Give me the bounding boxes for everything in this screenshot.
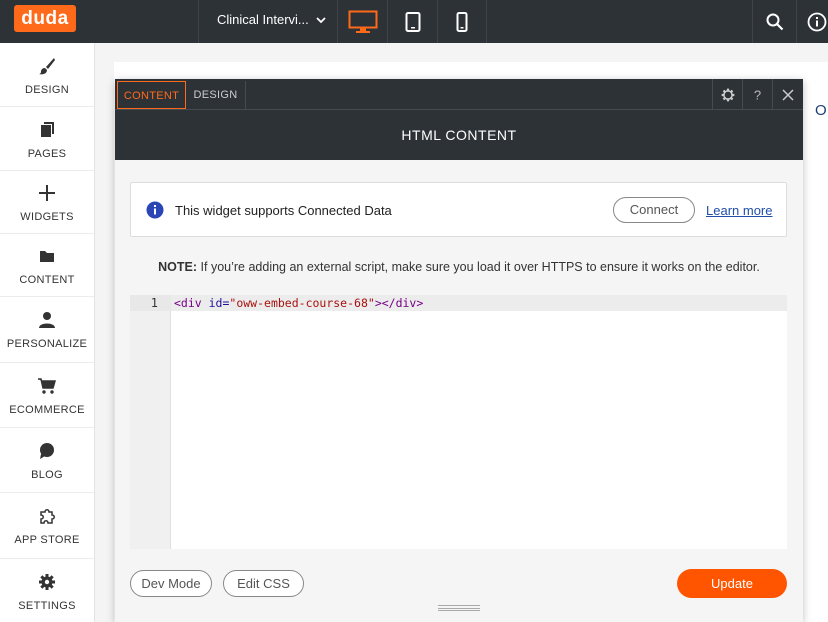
note-text: If you’re adding an external script, mak… (197, 260, 760, 274)
panel-resize-handle[interactable] (438, 605, 480, 611)
sidebar-item-widgets[interactable]: WIDGETS (0, 170, 94, 234)
learn-more-link[interactable]: Learn more (706, 203, 772, 218)
folder-icon (40, 251, 54, 262)
info-button[interactable] (796, 0, 828, 43)
note-prefix: NOTE: (158, 260, 198, 274)
mobile-view-button[interactable] (437, 0, 487, 43)
panel-title: HTML CONTENT (401, 127, 517, 143)
top-bar: duda Clinical Intervi... (0, 0, 828, 43)
tablet-view-button[interactable] (387, 0, 437, 43)
desktop-view-button[interactable] (337, 0, 387, 43)
tab-design[interactable]: DESIGN (186, 81, 246, 109)
duda-logo[interactable]: duda (14, 5, 76, 32)
panel-close-button[interactable] (772, 79, 803, 110)
sidebar-item-pages[interactable]: PAGES (0, 107, 94, 171)
sidebar-item-ecommerce[interactable]: ECOMMERCE (0, 363, 94, 428)
mobile-icon (456, 11, 468, 32)
gear-icon (721, 88, 734, 101)
gear-icon (39, 574, 55, 590)
edit-css-button[interactable]: Edit CSS (223, 570, 304, 597)
sidebar-item-label: PAGES (27, 148, 67, 160)
info-icon (146, 201, 164, 219)
puzzle-icon (40, 509, 55, 524)
sidebar-item-blog[interactable]: BLOG (0, 428, 94, 493)
sidebar-item-label: WIDGETS (20, 211, 74, 223)
person-icon (39, 312, 55, 328)
sidebar-item-content[interactable]: CONTENT (0, 233, 94, 297)
code-attribute-value: "oww-embed-course-68" (229, 296, 375, 310)
close-icon (782, 88, 794, 101)
panel-settings-button[interactable] (712, 79, 742, 110)
plus-icon (39, 185, 55, 201)
update-button[interactable]: Update (677, 569, 787, 598)
cart-icon (38, 378, 56, 394)
sidebar-item-label: ECOMMERCE (9, 404, 85, 416)
site-name: Clinical Intervi... (217, 12, 309, 27)
chat-bubble-icon (40, 443, 54, 459)
chevron-down-icon (316, 17, 326, 24)
search-icon (766, 13, 783, 30)
page-text-fragment: O (815, 102, 827, 119)
tab-content[interactable]: CONTENT (117, 81, 186, 109)
line-number: 1 (130, 295, 171, 311)
sidebar-item-label: APP STORE (14, 534, 80, 546)
code-line[interactable]: <div id="oww-embed-course-68"></div> (171, 295, 787, 311)
panel-header: HTML CONTENT (115, 110, 803, 160)
html-content-panel: CONTENT DESIGN ? HTML CONTENT This widge… (115, 79, 803, 622)
sidebar-item-design[interactable]: DESIGN (0, 43, 94, 107)
sidebar-item-label: CONTENT (19, 274, 75, 286)
line-gutter (130, 295, 171, 549)
brush-icon (39, 58, 55, 75)
tablet-icon (405, 11, 420, 32)
sidebar-item-app-store[interactable]: APP STORE (0, 493, 94, 559)
https-note: NOTE: If you’re adding an external scrip… (115, 260, 803, 274)
sidebar-item-personalize[interactable]: PERSONALIZE (0, 297, 94, 363)
connected-data-notice: This widget supports Connected Data Conn… (130, 182, 787, 237)
sidebar-item-settings[interactable]: SETTINGS (0, 559, 94, 622)
sidebar-item-label: SETTINGS (18, 600, 76, 612)
connected-data-message: This widget supports Connected Data (175, 203, 392, 218)
code-close-tag: ></div> (374, 296, 424, 310)
code-editor[interactable]: 1 <div id="oww-embed-course-68"></div> (130, 295, 787, 549)
info-icon (807, 12, 826, 31)
desktop-icon (348, 10, 377, 33)
sidebar-item-label: BLOG (31, 469, 63, 481)
sidebar-item-label: DESIGN (25, 84, 69, 96)
sidebar-item-label: PERSONALIZE (6, 338, 88, 350)
help-icon: ? (753, 87, 762, 102)
code-open-tag: <div (174, 296, 202, 310)
dev-mode-button[interactable]: Dev Mode (130, 570, 212, 597)
pages-icon (41, 122, 54, 137)
left-sidebar: DESIGN PAGES WIDGETS CONTENT PERSONALIZE (0, 43, 95, 622)
panel-tab-bar: CONTENT DESIGN ? (115, 79, 803, 110)
connect-button[interactable]: Connect (613, 197, 695, 223)
site-selector[interactable]: Clinical Intervi... (198, 0, 337, 43)
panel-help-button[interactable]: ? (742, 79, 772, 110)
search-button[interactable] (752, 0, 796, 43)
code-attribute: id= (201, 296, 230, 310)
